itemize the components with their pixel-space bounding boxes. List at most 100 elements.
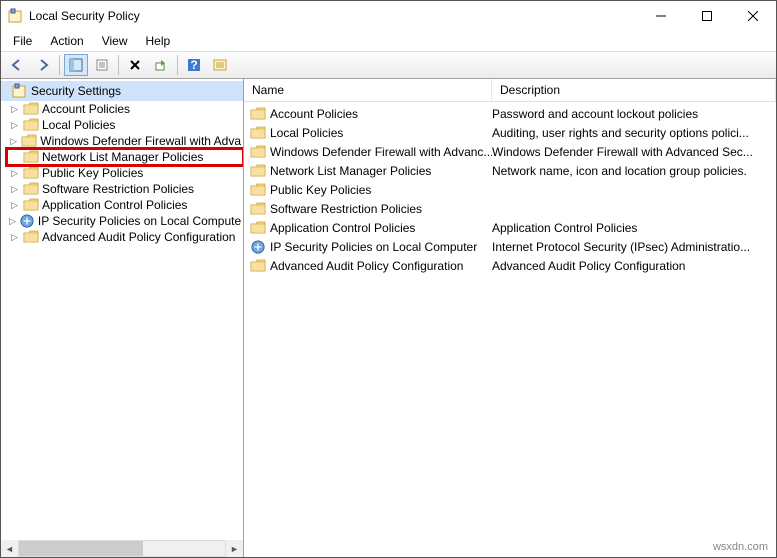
scroll-left-arrow[interactable]: ◄ (1, 540, 18, 557)
tree-item[interactable]: ▷ Application Control Policies (7, 197, 243, 213)
back-button[interactable] (5, 54, 29, 76)
menu-view[interactable]: View (94, 32, 136, 50)
titlebar: Local Security Policy (1, 1, 776, 31)
row-description: Auditing, user rights and security optio… (492, 126, 776, 140)
tree-item-label: Local Policies (42, 118, 115, 132)
refresh-button[interactable] (208, 54, 232, 76)
ipsec-icon (19, 214, 35, 228)
menu-help[interactable]: Help (138, 32, 179, 50)
row-description: Advanced Audit Policy Configuration (492, 259, 776, 273)
tree-item-label: Network List Manager Policies (42, 150, 203, 164)
row-name: Network List Manager Policies (270, 164, 431, 178)
tree-item-label: Software Restriction Policies (42, 182, 194, 196)
folder-icon (23, 102, 39, 116)
tree-item[interactable]: ▷ Local Policies (7, 117, 243, 133)
tree-item-label: Windows Defender Firewall with Adva (40, 134, 241, 148)
list-row[interactable]: IP Security Policies on Local Computer In… (244, 237, 776, 256)
row-name: Windows Defender Firewall with Advanc... (270, 145, 492, 159)
list-row[interactable]: Advanced Audit Policy Configuration Advan… (244, 256, 776, 275)
list-row[interactable]: Network List Manager Policies Network nam… (244, 161, 776, 180)
row-description: Internet Protocol Security (IPsec) Admin… (492, 240, 776, 254)
expander-icon[interactable]: ▷ (9, 168, 20, 179)
expander-icon[interactable] (9, 152, 20, 163)
folder-icon (23, 166, 39, 180)
list-row[interactable]: Windows Defender Firewall with Advanc...… (244, 142, 776, 161)
expander-icon[interactable]: ▷ (9, 104, 20, 115)
folder-icon (250, 202, 266, 216)
expander-icon[interactable]: ▷ (9, 216, 16, 227)
expander-icon[interactable]: ▷ (9, 232, 20, 243)
scroll-track[interactable] (18, 540, 226, 557)
separator (177, 55, 178, 75)
row-description: Windows Defender Firewall with Advanced … (492, 145, 776, 159)
toolbar: ? (1, 51, 776, 79)
export-button[interactable] (149, 54, 173, 76)
row-name: IP Security Policies on Local Computer (270, 240, 477, 254)
tree-item[interactable]: ▷ Public Key Policies (7, 165, 243, 181)
list-row[interactable]: Application Control PoliciesApplication … (244, 218, 776, 237)
tree-item[interactable]: ▷ Advanced Audit Policy Configuration (7, 229, 243, 245)
row-name: Software Restriction Policies (270, 202, 422, 216)
list-row[interactable]: Local Policies Auditing, user rights and … (244, 123, 776, 142)
folder-icon (23, 230, 39, 244)
folder-icon (250, 164, 266, 178)
folder-icon (250, 259, 266, 273)
expander-icon[interactable]: ▷ (9, 120, 20, 131)
tree-root[interactable]: Security Settings (1, 81, 243, 101)
tree-item-label: IP Security Policies on Local Compute (38, 214, 241, 228)
row-name: Account Policies (270, 107, 358, 121)
folder-icon (21, 134, 37, 148)
close-button[interactable] (730, 1, 776, 31)
tree-item[interactable]: ▷ Account Policies (7, 101, 243, 117)
folder-icon (23, 150, 39, 164)
menubar: File Action View Help (1, 31, 776, 51)
window-title: Local Security Policy (29, 9, 638, 23)
folder-icon (250, 126, 266, 140)
row-description: Network name, icon and location group po… (492, 164, 776, 178)
row-name: Local Policies (270, 126, 343, 140)
folder-icon (250, 107, 266, 121)
column-header-description[interactable]: Description (492, 79, 776, 101)
menu-action[interactable]: Action (42, 32, 91, 50)
folder-icon (250, 183, 266, 197)
properties-button[interactable] (90, 54, 114, 76)
tree-root-label: Security Settings (31, 84, 121, 98)
scroll-thumb[interactable] (19, 541, 143, 556)
menu-file[interactable]: File (5, 32, 40, 50)
watermark: wsxdn.com (713, 541, 768, 553)
tree-item-label: Public Key Policies (42, 166, 143, 180)
row-description: Password and account lockout policies (492, 107, 776, 121)
tree-item[interactable]: ▷ Software Restriction Policies (7, 181, 243, 197)
minimize-button[interactable] (638, 1, 684, 31)
list-row[interactable]: Public Key Policies (244, 180, 776, 199)
expander-icon[interactable]: ▷ (9, 136, 18, 147)
scroll-right-arrow[interactable]: ► (226, 540, 243, 557)
svg-text:?: ? (190, 58, 197, 72)
maximize-button[interactable] (684, 1, 730, 31)
row-name: Public Key Policies (270, 183, 371, 197)
ipsec-icon (250, 240, 266, 254)
app-icon (7, 8, 23, 24)
tree-item-label: Account Policies (42, 102, 130, 116)
security-settings-icon (11, 83, 27, 99)
list-row[interactable]: Software Restriction Policies (244, 199, 776, 218)
help-button[interactable]: ? (182, 54, 206, 76)
separator (118, 55, 119, 75)
forward-button[interactable] (31, 54, 55, 76)
tree-item-label: Application Control Policies (42, 198, 187, 212)
tree-item[interactable]: ▷ IP Security Policies on Local Compute (7, 213, 243, 229)
show-hide-tree-button[interactable] (64, 54, 88, 76)
horizontal-scrollbar[interactable]: ◄ ► (1, 540, 243, 557)
list-pane: Name Description Account Policies Passwor… (244, 79, 776, 557)
expander-icon[interactable]: ▷ (9, 184, 20, 195)
row-name: Advanced Audit Policy Configuration (270, 259, 463, 273)
expander-icon[interactable]: ▷ (9, 200, 20, 211)
folder-icon (23, 118, 39, 132)
delete-button[interactable] (123, 54, 147, 76)
list-row[interactable]: Account Policies Password and account loc… (244, 104, 776, 123)
column-header-name[interactable]: Name (244, 79, 492, 101)
tree-item[interactable]: Network List Manager Policies (7, 149, 243, 165)
tree-item[interactable]: ▷ Windows Defender Firewall with Adva (7, 133, 243, 149)
tree-item-label: Advanced Audit Policy Configuration (42, 230, 235, 244)
tree-pane: Security Settings ▷ Account Policies ▷ Loca… (1, 79, 244, 557)
